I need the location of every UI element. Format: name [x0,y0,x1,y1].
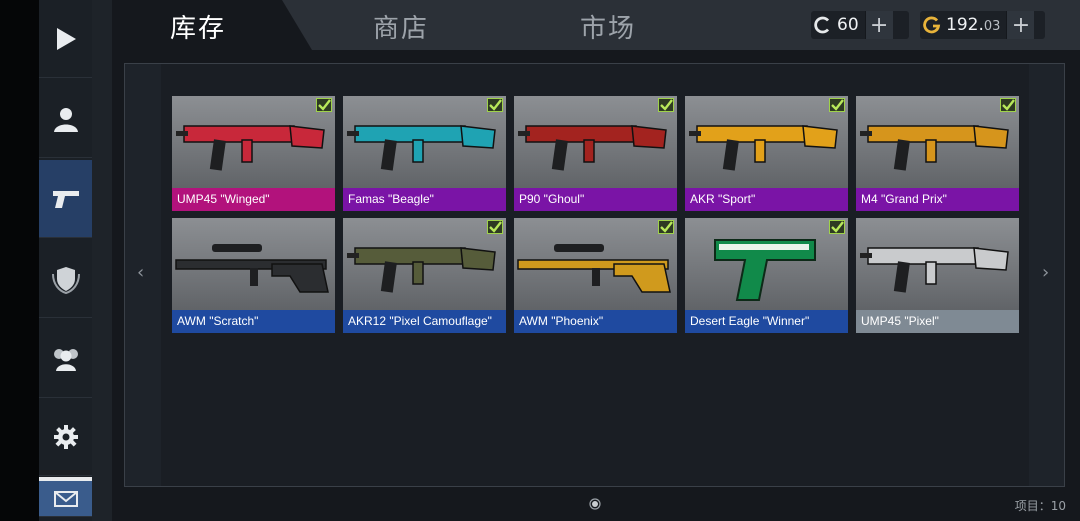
equipped-check-icon [829,220,845,234]
equipped-check-icon [658,98,674,112]
mail-icon [53,490,78,507]
inventory-item-card[interactable]: UMP45 "Winged" [172,96,335,211]
screen-edge [0,0,39,521]
equipped-check-icon [487,98,503,112]
credits-value: 60 [837,15,859,35]
item-count: 项目：10 [1014,499,1066,513]
item-name-label: Famas "Beagle" [343,188,506,211]
weapon-image [175,244,329,293]
sidebar-divider [92,0,112,521]
mail-button[interactable] [39,477,92,517]
inventory-button[interactable] [39,160,92,238]
weapon-image [518,125,667,171]
prev-page-arrow[interactable]: ‹ [137,262,144,283]
inventory-item-card[interactable]: AKR "Sport" [685,96,848,211]
tab-inventory[interactable]: 库存 [170,8,226,45]
equipped-check-icon [316,98,332,112]
item-name-label: AWM "Scratch" [172,310,335,333]
weapon-image [860,125,1009,171]
item-name-label: AKR12 "Pixel Camouflage" [343,310,506,333]
item-name-label: M4 "Grand Prix" [856,188,1019,211]
c-coin-icon [811,11,835,39]
item-name-label: AKR "Sport" [685,188,848,211]
add-gold-button[interactable]: + [1006,11,1035,39]
credits-display: 60 + [811,11,909,39]
gold-display: 192.03 + [920,11,1045,39]
add-credits-button[interactable]: + [864,11,893,39]
tab-market[interactable]: 市场 [580,8,636,45]
item-name-label: AWM "Phoenix" [514,310,677,333]
gold-value: 192.03 [944,15,1006,35]
clan-button[interactable] [39,240,92,318]
friends-button[interactable] [39,320,92,398]
page-indicator-dot [589,498,601,510]
inventory-item-card[interactable]: UMP45 "Pixel" [856,218,1019,333]
play-icon [56,27,76,50]
weapon-image [176,125,325,171]
gear-icon [53,424,78,449]
inventory-item-card[interactable]: Famas "Beagle" [343,96,506,211]
equipped-check-icon [487,220,503,234]
equipped-check-icon [1000,98,1016,112]
weapon-image [860,247,1009,293]
pistol-icon [52,190,79,208]
g-coin-icon [920,11,944,39]
profile-button[interactable] [39,80,92,158]
shield-icon [51,266,80,294]
inventory-item-card[interactable]: P90 "Ghoul" [514,96,677,211]
play-button[interactable] [39,0,92,78]
equipped-check-icon [829,98,845,112]
weapon-image [517,244,671,293]
weapon-image [689,125,838,171]
group-icon [53,348,78,371]
weapon-image [347,247,496,293]
next-page-arrow[interactable]: › [1042,262,1049,283]
item-name-label: UMP45 "Winged" [172,188,335,211]
user-icon [53,107,78,132]
item-name-label: UMP45 "Pixel" [856,310,1019,333]
equipped-check-icon [658,220,674,234]
sidebar [39,0,92,521]
item-name-label: P90 "Ghoul" [514,188,677,211]
settings-button[interactable] [39,398,92,476]
inventory-item-card[interactable]: AWM "Scratch" [172,218,335,333]
inventory-item-card[interactable]: AKR12 "Pixel Camouflage" [343,218,506,333]
item-name-label: Desert Eagle "Winner" [685,310,848,333]
gold-value-fraction: 03 [983,19,1001,34]
inventory-item-card[interactable]: AWM "Phoenix" [514,218,677,333]
inventory-item-card[interactable]: M4 "Grand Prix" [856,96,1019,211]
weapon-image [347,125,496,171]
weapon-image [714,239,816,301]
inventory-item-card[interactable]: Desert Eagle "Winner" [685,218,848,333]
gold-value-main: 192. [946,15,984,35]
tab-shop[interactable]: 商店 [373,8,429,45]
